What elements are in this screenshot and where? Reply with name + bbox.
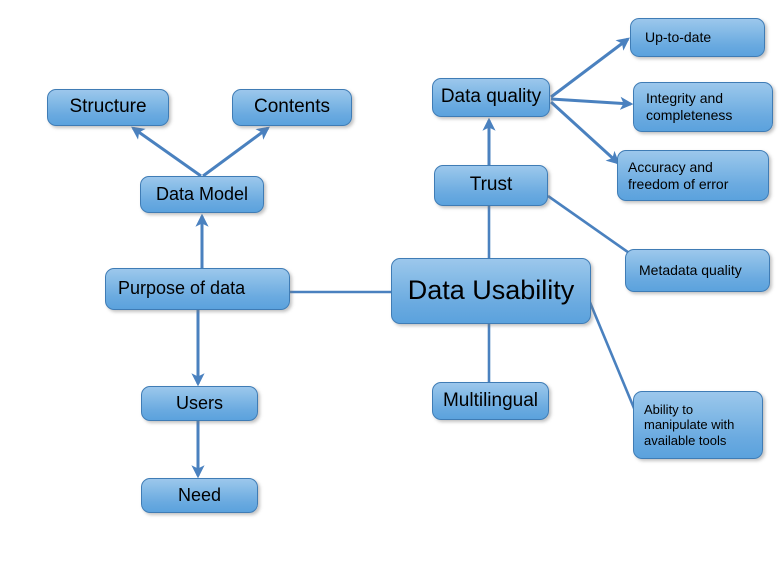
edge-data_quality-to-uptodate bbox=[550, 37, 630, 99]
node-label-structure: Structure bbox=[69, 96, 147, 118]
node-label-accuracy: Accuracy and freedom of error bbox=[628, 158, 729, 192]
node-structure[interactable]: Structure bbox=[47, 89, 169, 126]
node-data_model[interactable]: Data Model bbox=[140, 176, 264, 213]
node-label-contents: Contents bbox=[253, 96, 331, 118]
node-label-metadata: Metadata quality bbox=[639, 262, 742, 279]
node-multilingual[interactable]: Multilingual bbox=[432, 382, 549, 420]
node-usability[interactable]: Data Usability bbox=[391, 258, 591, 324]
node-contents[interactable]: Contents bbox=[232, 89, 352, 126]
diagram-canvas: Structure Contents Data Model Purpose of da… bbox=[0, 0, 783, 567]
node-label-purpose: Purpose of data bbox=[118, 278, 246, 299]
node-ability[interactable]: Ability to manipulate with available too… bbox=[633, 391, 763, 459]
node-uptodate[interactable]: Up-to-date bbox=[630, 18, 765, 57]
node-need[interactable]: Need bbox=[141, 478, 258, 513]
node-label-uptodate: Up-to-date bbox=[645, 29, 712, 46]
node-label-usability: Data Usability bbox=[407, 275, 575, 306]
edge-trust-to-metadata bbox=[547, 194, 633, 257]
node-metadata[interactable]: Metadata quality bbox=[625, 249, 770, 292]
node-integrity[interactable]: Integrity and completeness bbox=[633, 82, 773, 132]
node-label-users: Users bbox=[175, 392, 223, 413]
node-label-trust: Trust bbox=[469, 174, 513, 196]
node-data_quality[interactable]: Data quality bbox=[432, 78, 550, 117]
node-label-data_model: Data Model bbox=[155, 183, 249, 204]
node-label-ability: Ability to manipulate with available too… bbox=[644, 402, 735, 448]
edge-data_quality-to-accuracy bbox=[549, 100, 620, 165]
edge-data_model-to-structure bbox=[131, 126, 202, 178]
node-label-multilingual: Multilingual bbox=[442, 389, 539, 411]
node-accuracy[interactable]: Accuracy and freedom of error bbox=[617, 150, 769, 201]
node-trust[interactable]: Trust bbox=[434, 165, 548, 206]
edge-data_model-to-contents bbox=[202, 126, 270, 178]
edge-data_quality-to-integrity bbox=[550, 96, 634, 110]
node-label-need: Need bbox=[177, 484, 222, 505]
node-purpose[interactable]: Purpose of data bbox=[105, 268, 290, 310]
node-label-integrity: Integrity and completeness bbox=[646, 90, 733, 123]
node-users[interactable]: Users bbox=[141, 386, 258, 421]
node-label-data_quality: Data quality bbox=[440, 86, 542, 108]
